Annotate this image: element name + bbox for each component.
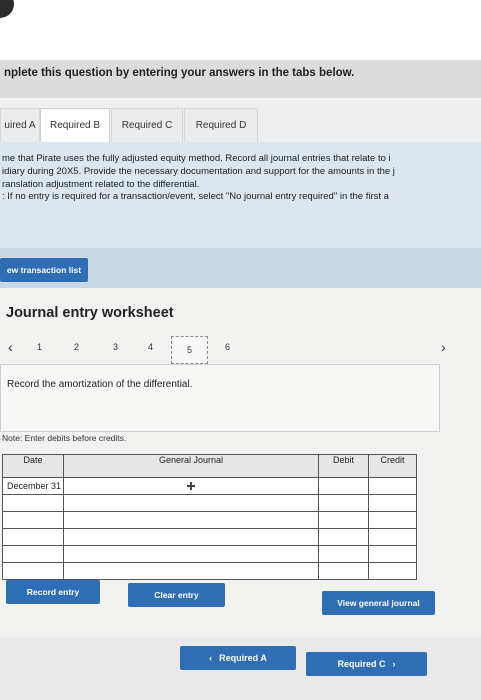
- chevron-right-icon[interactable]: ›: [441, 339, 446, 355]
- date-cell[interactable]: [2, 545, 64, 563]
- page-6[interactable]: 6: [225, 342, 230, 352]
- view-general-journal-button[interactable]: View general journal: [322, 591, 435, 615]
- date-header: Date: [2, 454, 64, 478]
- credit-cell[interactable]: [368, 528, 417, 546]
- chevron-left-icon[interactable]: ‹: [8, 339, 13, 355]
- debit-cell[interactable]: [318, 477, 369, 495]
- debit-cell[interactable]: [318, 528, 369, 546]
- date-cell[interactable]: [2, 511, 64, 529]
- entry-description: Record the amortization of the different…: [7, 379, 193, 390]
- credit-cell[interactable]: [368, 545, 417, 563]
- general-journal-header: General Journal: [63, 454, 319, 478]
- chevron-left-icon: ‹: [209, 653, 213, 663]
- credit-header: Credit: [368, 454, 417, 478]
- page-3[interactable]: 3: [113, 342, 118, 352]
- tab-required-c[interactable]: Required C: [111, 108, 183, 142]
- debit-cell[interactable]: [318, 494, 369, 512]
- prev-required-button[interactable]: ‹ Required A: [180, 646, 296, 670]
- tab-required-a[interactable]: uired A: [0, 108, 40, 142]
- tab-required-b[interactable]: Required B: [40, 108, 110, 142]
- date-cell[interactable]: [2, 494, 64, 512]
- credit-cell[interactable]: [368, 477, 417, 495]
- table-row: [2, 528, 417, 546]
- table-row: December 31: [2, 477, 417, 495]
- next-required-label: Required C: [337, 659, 386, 669]
- page-1[interactable]: 1: [37, 342, 42, 352]
- worksheet-title: Journal entry worksheet: [6, 305, 174, 321]
- top-strip: [0, 0, 481, 60]
- chevron-right-icon: ›: [392, 659, 396, 669]
- page-5-current[interactable]: 5: [171, 336, 208, 364]
- date-cell[interactable]: December 31: [2, 477, 64, 495]
- view-transaction-list-button[interactable]: ew transaction list: [0, 258, 88, 282]
- page-2[interactable]: 2: [74, 342, 79, 352]
- date-cell[interactable]: [2, 528, 64, 546]
- instruction-text: nplete this question by entering your an…: [4, 67, 355, 79]
- instruction-line-1: me that Pirate uses the fully adjusted e…: [2, 153, 391, 164]
- account-cell[interactable]: [63, 511, 319, 529]
- debit-header: Debit: [318, 454, 369, 478]
- debit-credit-note: Note: Enter debits before credits.: [2, 433, 127, 443]
- table-row: [2, 545, 417, 563]
- date-cell[interactable]: [2, 562, 64, 580]
- instruction-line-3: ranslation adjustment related to the dif…: [2, 179, 200, 190]
- prev-required-label: Required A: [219, 653, 267, 663]
- record-entry-button[interactable]: Record entry: [6, 580, 100, 604]
- next-required-button[interactable]: Required C ›: [306, 652, 427, 676]
- clear-entry-button[interactable]: Clear entry: [128, 583, 225, 607]
- table-row: [2, 511, 417, 529]
- instruction-line-4: : If no entry is required for a transact…: [2, 191, 389, 202]
- account-cell[interactable]: [63, 528, 319, 546]
- page-4[interactable]: 4: [148, 342, 153, 352]
- credit-cell[interactable]: [368, 511, 417, 529]
- debit-cell[interactable]: [318, 545, 369, 563]
- instruction-line-2: idiary during 20X5. Provide the necessar…: [2, 166, 395, 177]
- account-cell[interactable]: [63, 562, 319, 580]
- debit-cell[interactable]: [318, 511, 369, 529]
- journal-entry-table: Date General Journal Debit Credit Decemb…: [2, 454, 417, 580]
- account-cell[interactable]: [63, 477, 319, 495]
- table-row: [2, 494, 417, 512]
- account-cell[interactable]: [63, 494, 319, 512]
- table-row: [2, 562, 417, 580]
- tab-required-d[interactable]: Required D: [184, 108, 258, 142]
- instruction-bar: [0, 60, 481, 98]
- move-cursor-icon: [187, 482, 195, 490]
- credit-cell[interactable]: [368, 494, 417, 512]
- entry-description-box: [0, 364, 440, 432]
- credit-cell[interactable]: [368, 562, 417, 580]
- account-cell[interactable]: [63, 545, 319, 563]
- debit-cell[interactable]: [318, 562, 369, 580]
